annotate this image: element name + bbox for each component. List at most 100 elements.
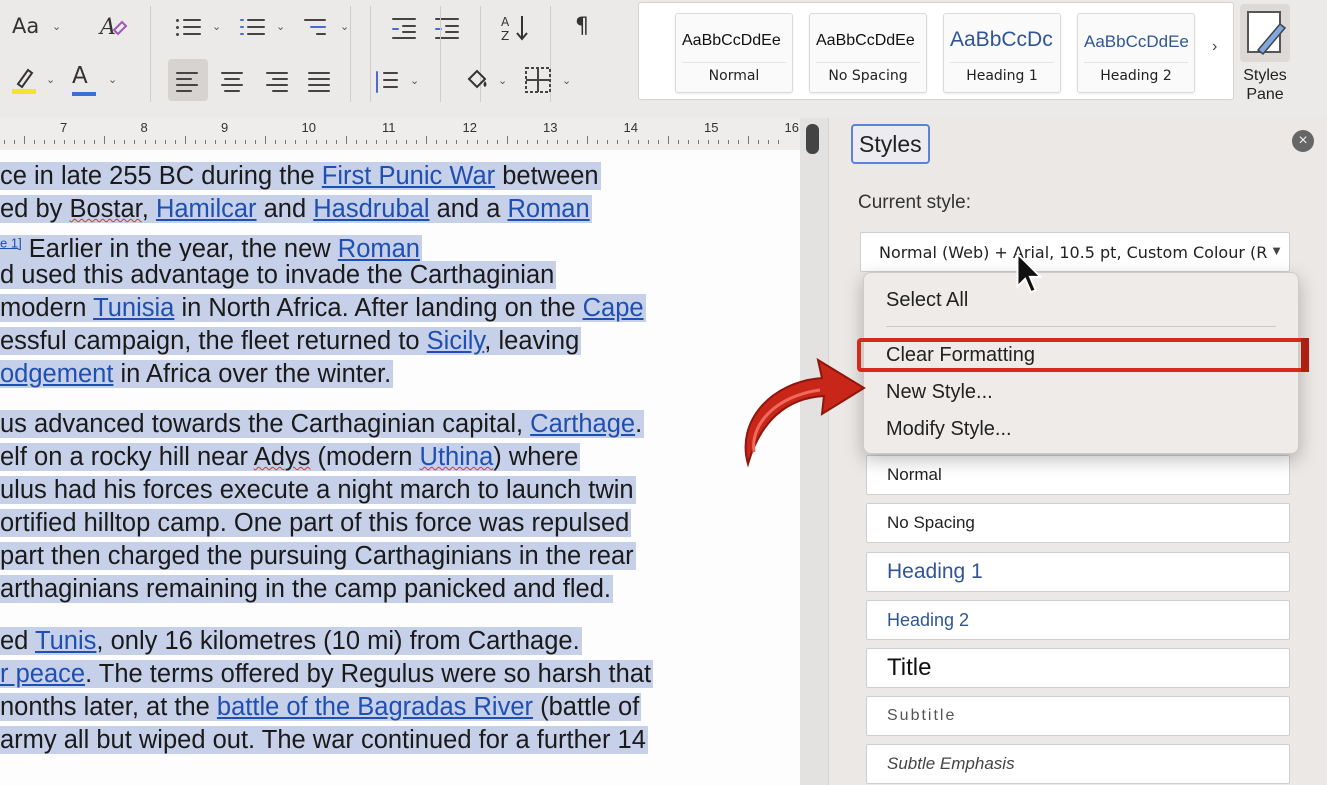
chevron-down-icon[interactable]: ⌄ — [52, 20, 61, 33]
highlight-pen-icon[interactable] — [12, 64, 38, 94]
chevron-down-icon[interactable]: ⌄ — [276, 20, 285, 33]
change-case-button[interactable]: Aa — [12, 14, 39, 38]
link-tunisia[interactable]: Tunisia — [93, 294, 174, 322]
link-uthina[interactable]: Uthina — [420, 443, 494, 471]
link-roman[interactable]: Roman — [507, 195, 589, 223]
ruler-tick — [506, 136, 508, 144]
sort-icon[interactable]: A Z — [500, 12, 532, 44]
align-right-icon[interactable] — [266, 70, 292, 92]
style-list-item-subtitle[interactable]: Subtitle — [866, 696, 1290, 736]
chevron-down-icon[interactable]: ⌄ — [108, 73, 117, 86]
link-cape[interactable]: Cape — [583, 294, 644, 322]
style-list-item-heading-2[interactable]: Heading 2 — [866, 600, 1290, 640]
align-center-icon[interactable] — [221, 70, 247, 92]
shading-bucket-icon[interactable] — [464, 66, 490, 92]
ruler-tick — [466, 140, 468, 144]
ruler-number: 9 — [221, 120, 229, 135]
bullet-list-icon[interactable] — [176, 16, 202, 38]
ruler-tick — [154, 140, 156, 144]
style-list-item-heading-1[interactable]: Heading 1 — [866, 552, 1290, 592]
link-hasdrubal[interactable]: Hasdrubal — [313, 195, 429, 223]
font-color-icon[interactable]: A — [72, 63, 88, 89]
gallery-style-no-spacing[interactable]: AaBbCcDdEe No Spacing — [809, 13, 927, 93]
link-hamilcar[interactable]: Hamilcar — [156, 195, 257, 223]
chevron-down-icon[interactable]: ⌄ — [410, 74, 419, 87]
chevron-down-icon[interactable]: ⌄ — [498, 74, 507, 87]
style-list-item-no-spacing[interactable]: No Spacing — [866, 503, 1290, 543]
styles-pane-label-line2: Pane — [1246, 86, 1284, 103]
menu-item-select-all[interactable]: Select All — [886, 285, 968, 315]
text-line: nonths later, at the battle of the Bagra… — [0, 691, 642, 724]
style-sample: AaBbCcDdEe — [1084, 32, 1189, 51]
pane-title: Styles — [851, 124, 930, 164]
menu-item-new-style[interactable]: New Style... — [886, 377, 993, 407]
link-first-punic-war[interactable]: First Punic War — [322, 162, 495, 190]
chevron-right-icon[interactable]: › — [1212, 38, 1217, 56]
ruler-number: 12 — [462, 120, 477, 135]
line-spacing-icon[interactable] — [374, 70, 400, 93]
link-lodgement[interactable]: odgement — [0, 360, 113, 388]
style-list-label: Normal — [887, 465, 942, 484]
text-line: e 1] Earlier in the year, the new Roman — [0, 226, 422, 263]
ruler-tick — [436, 140, 438, 144]
gallery-style-normal[interactable]: AaBbCcDdEe Normal — [675, 13, 793, 93]
ruler-tick — [547, 140, 548, 144]
link-sicily[interactable]: Sicily — [427, 327, 485, 355]
styles-pane-button[interactable]: Styles Pane — [1236, 2, 1294, 106]
vertical-scrollbar[interactable] — [806, 124, 819, 154]
multilevel-list-icon[interactable] — [304, 16, 330, 38]
ruler-tick — [486, 140, 488, 144]
ruler-number: 14 — [623, 120, 638, 135]
ruler-tick — [667, 136, 669, 144]
menu-divider — [886, 326, 1276, 327]
misspelled-word[interactable]: Adys — [254, 443, 311, 471]
document-page[interactable]: ce in late 255 BC during the First Punic… — [0, 150, 800, 785]
chevron-down-icon[interactable]: ⌄ — [46, 73, 55, 86]
text-run: (battle of — [533, 693, 640, 721]
chevron-down-icon[interactable]: ⌄ — [562, 74, 571, 87]
text-line-content: army all but wiped out. The war continue… — [0, 726, 648, 754]
ruler-tick — [456, 140, 458, 144]
link-peace[interactable]: r peace — [0, 660, 85, 688]
divider — [350, 6, 351, 102]
gallery-style-heading-1[interactable]: AaBbCcDc Heading 1 — [943, 13, 1061, 93]
text-run: (modern — [310, 443, 420, 471]
misspelled-word[interactable]: Bostar — [69, 195, 141, 223]
text-run: . — [635, 410, 643, 438]
decrease-indent-icon[interactable] — [392, 16, 418, 39]
ruler-tick — [325, 140, 327, 144]
ruler-tick — [164, 140, 166, 144]
style-list-label: Subtle Emphasis — [887, 754, 1015, 773]
chevron-down-icon[interactable]: ⌄ — [340, 20, 349, 33]
clear-formatting-icon[interactable]: A — [98, 12, 128, 42]
increase-indent-icon[interactable] — [435, 16, 461, 39]
gallery-style-heading-2[interactable]: AaBbCcDdEe Heading 2 — [1077, 13, 1195, 93]
text-line: part then charged the pursuing Carthagin… — [0, 540, 636, 573]
text-line: arthaginians remaining in the camp panic… — [0, 573, 613, 606]
ruler-tick — [315, 140, 317, 144]
horizontal-ruler[interactable]: 7 8 9 10 11 12 13 14 15 16 — [0, 118, 800, 150]
style-list-item-subtle-emphasis[interactable]: Subtle Emphasis — [866, 744, 1290, 784]
link-tunis[interactable]: Tunis — [35, 627, 96, 655]
link-battle-of-the-bagradas-river[interactable]: battle of the Bagradas River — [217, 693, 533, 721]
menu-item-modify-style[interactable]: Modify Style... — [886, 414, 1012, 444]
numbered-list-icon[interactable] — [240, 16, 266, 38]
ruler-tick — [567, 140, 569, 144]
style-list-item-title[interactable]: Title — [866, 648, 1290, 688]
close-icon[interactable]: × — [1292, 130, 1314, 152]
link-carthage[interactable]: Carthage — [530, 410, 635, 438]
ruler-tick — [104, 136, 106, 144]
footnote-link[interactable]: e 1] — [0, 235, 22, 250]
ruler-tick — [295, 140, 297, 144]
show-formatting-marks-button[interactable]: ¶ — [575, 14, 589, 39]
ruler-tick — [597, 140, 599, 144]
chevron-down-icon[interactable]: ⌄ — [212, 20, 221, 33]
ruler-tick — [657, 140, 659, 144]
ruler-tick — [516, 140, 518, 144]
justify-icon[interactable] — [308, 70, 334, 92]
borders-icon[interactable] — [524, 66, 552, 94]
ruler-tick — [778, 140, 780, 144]
style-list-item-normal[interactable]: Normal — [866, 455, 1290, 495]
current-style-dropdown[interactable]: Normal (Web) + Arial, 10.5 pt, Custom Co… — [860, 232, 1290, 272]
dropdown-arrow-icon[interactable]: ▼ — [1270, 243, 1283, 258]
